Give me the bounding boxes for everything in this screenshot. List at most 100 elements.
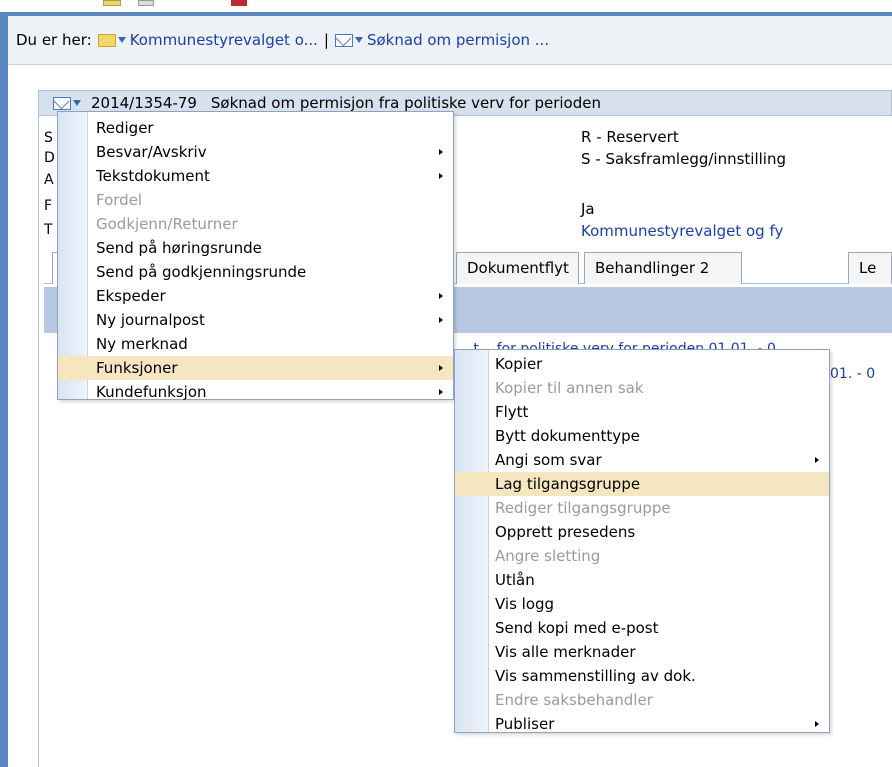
field-label: D — [44, 150, 55, 166]
tab-label: Behandlinger — [595, 259, 696, 277]
menu-item-kopier[interactable]: Kopier — [455, 352, 829, 376]
document-number: 2014/1354-79 — [91, 94, 197, 112]
pdf-icon[interactable] — [231, 0, 247, 6]
breadcrumb-separator: | — [323, 31, 329, 49]
menu-item-utlan[interactable]: Utlån — [455, 568, 829, 592]
field-label: S — [44, 130, 53, 146]
menu-item-send-kopi-med-e-post[interactable]: Send kopi med e-post — [455, 616, 829, 640]
menu-item-label: Publiser — [495, 715, 555, 733]
menu-item-angi-som-svar[interactable]: Angi som svar — [455, 448, 829, 472]
menu-item-publiser[interactable]: Publiser — [455, 712, 829, 736]
mail-icon[interactable] — [334, 33, 353, 47]
menu-item-label: Vis logg — [495, 595, 555, 613]
menu-item-lag-tilgangsgruppe[interactable]: Lag tilgangsgruppe — [455, 472, 829, 496]
tab-more[interactable]: Le — [848, 252, 892, 284]
tab-count-badge: 2 — [699, 259, 710, 277]
tab-label: Dokumentflyt — [467, 259, 569, 277]
menu-item-label: Godkjenn/Returner — [96, 215, 238, 233]
menu-item-rediger-tilgangsgruppe: Rediger tilgangsgruppe — [455, 496, 829, 520]
menu-item-label: Vis sammenstilling av dok. — [495, 667, 696, 685]
access-code-value: R - Reservert — [581, 128, 679, 146]
menu-item-label: Send kopi med e-post — [495, 619, 659, 637]
submenu-arrow-icon — [439, 365, 443, 371]
menu-item-label: Besvar/Avskriv — [96, 143, 207, 161]
menu-item-label: Funksjoner — [96, 359, 178, 377]
dropdown-arrow-icon[interactable] — [117, 37, 126, 43]
menu-item-label: Kundefunksjon — [96, 383, 207, 401]
folder-icon[interactable] — [103, 0, 121, 6]
case-link[interactable]: Kommunestyrevalget og fy — [581, 222, 783, 240]
menu-item-opprett-presedens[interactable]: Opprett presedens — [455, 520, 829, 544]
menu-item-label: Ny merknad — [96, 335, 188, 353]
document-icon[interactable] — [138, 0, 154, 6]
menu-item-label: Vis alle merknader — [495, 643, 636, 661]
document-title: Søknad om permisjon fra politiske verv f… — [210, 94, 601, 112]
menu-item-ny-merknad[interactable]: Ny merknad — [58, 332, 453, 356]
folder-icon[interactable] — [97, 33, 116, 47]
menu-item-label: Kopier — [495, 355, 543, 373]
menu-item-funksjoner[interactable]: Funksjoner — [58, 356, 453, 380]
menu-item-label: Bytt dokumenttype — [495, 427, 640, 445]
menu-item-rediger[interactable]: Rediger — [58, 116, 453, 140]
menu-item-label: Ekspeder — [96, 287, 166, 305]
menu-item-vis-alle-merknader[interactable]: Vis alle merknader — [455, 640, 829, 664]
menu-item-label: Ny journalpost — [96, 311, 205, 329]
menu-item-label: Fordel — [96, 191, 143, 209]
menu-item-send-pa-godkjenningsrunde[interactable]: Send på godkjenningsrunde — [58, 260, 453, 284]
submenu-arrow-icon — [815, 721, 819, 727]
breadcrumb-case-link[interactable]: Kommunestyrevalget o... — [130, 31, 318, 49]
menu-item-label: Kopier til annen sak — [495, 379, 644, 397]
dropdown-arrow-icon[interactable] — [354, 37, 363, 43]
menu-item-label: Endre saksbehandler — [495, 691, 653, 709]
submenu-arrow-icon — [439, 149, 443, 155]
menu-item-label: Rediger tilgangsgruppe — [495, 499, 671, 517]
functions-submenu: Kopier Kopier til annen sak Flytt Bytt d… — [454, 349, 830, 733]
menu-item-label: Opprett presedens — [495, 523, 636, 541]
submenu-arrow-icon — [439, 173, 443, 179]
menu-item-label: Send på godkjenningsrunde — [96, 263, 307, 281]
submenu-arrow-icon — [439, 389, 443, 395]
submenu-arrow-icon — [439, 317, 443, 323]
field-label: F — [44, 198, 53, 214]
tab-label: Le — [859, 259, 877, 277]
field-label: A — [44, 172, 54, 188]
menu-item-endre-saksbehandler: Endre saksbehandler — [455, 688, 829, 712]
submenu-arrow-icon — [815, 457, 819, 463]
top-toolbar-strip — [0, 0, 892, 12]
mail-icon[interactable] — [53, 96, 71, 110]
menu-item-label: Angi som svar — [495, 451, 602, 469]
menu-item-godkjenn-returner: Godkjenn/Returner — [58, 212, 453, 236]
field-label: T — [44, 222, 53, 238]
breadcrumb-label: Du er her: — [16, 31, 92, 49]
breadcrumb: Du er her: Kommunestyrevalget o... | Søk… — [8, 16, 892, 65]
menu-item-ekspeder[interactable]: Ekspeder — [58, 284, 453, 308]
menu-item-kundefunksjon[interactable]: Kundefunksjon — [58, 380, 453, 404]
menu-item-label: Utlån — [495, 571, 535, 589]
menu-item-label: Rediger — [96, 119, 154, 137]
context-menu: Rediger Besvar/Avskriv Tekstdokument For… — [57, 111, 454, 401]
menu-item-kopier-til-annen-sak: Kopier til annen sak — [455, 376, 829, 400]
menu-item-vis-logg[interactable]: Vis logg — [455, 592, 829, 616]
tab-behandlinger[interactable]: Behandlinger 2 — [584, 252, 742, 284]
menu-item-label: Send på høringsrunde — [96, 239, 262, 257]
menu-item-ny-journalpost[interactable]: Ny journalpost — [58, 308, 453, 332]
menu-item-besvar-avskriv[interactable]: Besvar/Avskriv — [58, 140, 453, 164]
document-type-value: S - Saksframlegg/innstilling — [581, 150, 787, 168]
submenu-arrow-icon — [439, 293, 443, 299]
flag-value: Ja — [581, 200, 595, 218]
menu-item-label: Lag tilgangsgruppe — [495, 475, 641, 493]
menu-item-label: Flytt — [495, 403, 529, 421]
menu-item-tekstdokument[interactable]: Tekstdokument — [58, 164, 453, 188]
list-item-link[interactable]: 01. - 0 — [830, 366, 875, 382]
dropdown-arrow-icon[interactable] — [73, 100, 81, 106]
breadcrumb-document-link[interactable]: Søknad om permisjon ... — [367, 31, 549, 49]
menu-item-bytt-dokumenttype[interactable]: Bytt dokumenttype — [455, 424, 829, 448]
menu-item-fordel: Fordel — [58, 188, 453, 212]
tab-dokumentflyt[interactable]: Dokumentflyt — [456, 252, 579, 284]
menu-item-vis-sammenstilling[interactable]: Vis sammenstilling av dok. — [455, 664, 829, 688]
menu-item-label: Tekstdokument — [96, 167, 210, 185]
menu-item-flytt[interactable]: Flytt — [455, 400, 829, 424]
menu-item-label: Angre sletting — [495, 547, 601, 565]
menu-item-send-pa-horingsrunde[interactable]: Send på høringsrunde — [58, 236, 453, 260]
menu-item-angre-sletting: Angre sletting — [455, 544, 829, 568]
